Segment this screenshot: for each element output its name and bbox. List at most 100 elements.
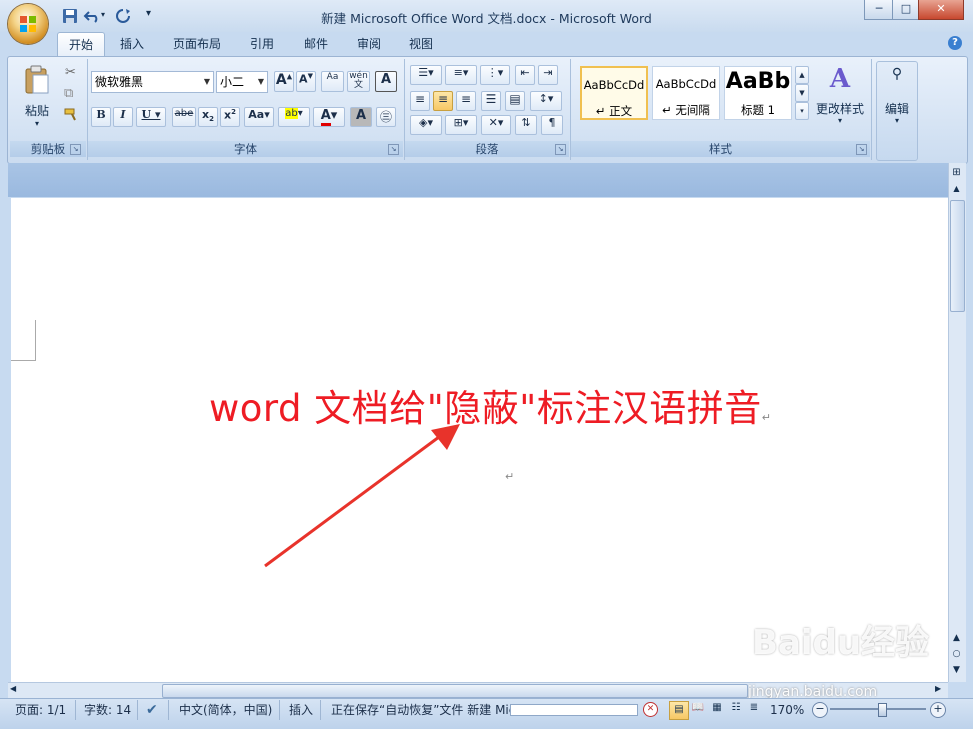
style-normal[interactable]: AaBbCcDd ↵ 正文 [580, 66, 648, 120]
decrease-indent-icon[interactable]: ⇤ [515, 65, 535, 85]
paragraph-mark: ↵ [761, 411, 772, 424]
web-layout-icon[interactable]: ▦ [709, 702, 725, 713]
shrink-font-icon[interactable]: A▼ [296, 71, 316, 92]
clipboard-launcher-icon[interactable]: ↘ [70, 144, 81, 155]
sort-icon[interactable]: ⇅ [515, 115, 537, 135]
paragraph-launcher-icon[interactable]: ↘ [555, 144, 566, 155]
document-page[interactable]: ↵ [11, 198, 948, 682]
underline-icon[interactable]: U ▾ [136, 107, 166, 127]
numbering-icon[interactable]: ≡▾ [445, 65, 477, 85]
tab-view[interactable]: 视图 [399, 32, 443, 56]
chevron-down-icon[interactable]: ▼ [795, 84, 809, 102]
draft-icon[interactable]: ≣ [746, 702, 762, 713]
horizontal-scroll-thumb[interactable] [162, 684, 748, 698]
chevron-up-icon[interactable]: ▲ [795, 66, 809, 84]
tab-home[interactable]: 开始 [57, 32, 105, 58]
undo-dropdown-icon[interactable]: ▾ [101, 10, 105, 19]
show-marks-icon[interactable]: ¶ [541, 115, 563, 135]
styles-launcher-icon[interactable]: ↘ [856, 144, 867, 155]
italic-icon[interactable]: I [113, 107, 133, 127]
highlight-color-icon[interactable]: ab▾ [278, 107, 310, 127]
browse-next-icon[interactable]: ▼ [950, 664, 963, 676]
scroll-left-icon[interactable]: ◀ [10, 684, 22, 693]
status-insert-mode[interactable]: 插入 [289, 701, 313, 719]
font-launcher-icon[interactable]: ↘ [388, 144, 399, 155]
copy-icon[interactable]: ⧉ [64, 86, 73, 101]
save-icon[interactable] [61, 8, 79, 24]
tab-review[interactable]: 审阅 [347, 32, 391, 56]
browse-prev-icon[interactable]: ▲ [950, 632, 963, 644]
tab-insert[interactable]: 插入 [110, 32, 154, 56]
tab-mailings[interactable]: 邮件 [294, 32, 338, 56]
vertical-scroll-thumb[interactable] [950, 200, 965, 312]
align-left-icon[interactable]: ≡ [410, 91, 430, 111]
status-words[interactable]: 字数: 14 [84, 701, 131, 719]
phonetic-guide-icon[interactable]: wén 文 [347, 71, 370, 92]
status-language[interactable]: 中文(简体，中国) [179, 701, 272, 719]
increase-indent-icon[interactable]: ⇥ [538, 65, 558, 85]
justify-icon[interactable]: ☰ [481, 91, 501, 111]
ruler-area [8, 163, 948, 197]
tab-page-layout[interactable]: 页面布局 [164, 32, 230, 56]
change-case-icon[interactable]: Aa▾ [244, 107, 274, 127]
font-color-icon[interactable]: A▾ [313, 107, 345, 127]
outline-icon[interactable]: ☷ [728, 702, 744, 713]
bold-icon[interactable]: B [91, 107, 111, 127]
office-logo-icon [20, 16, 36, 32]
strikethrough-icon[interactable]: abe [172, 107, 196, 127]
font-size-combo[interactable]: 小二 ▼ [216, 71, 268, 93]
undo-icon[interactable] [83, 8, 101, 24]
subscript-icon[interactable]: x2 [198, 107, 218, 127]
cancel-save-icon[interactable]: ✕ [643, 702, 658, 717]
redo-icon[interactable] [114, 8, 132, 24]
style-no-spacing-name: ↵ 无间隔 [662, 103, 710, 117]
help-icon[interactable]: ? [948, 36, 962, 50]
character-border-icon[interactable]: A [375, 71, 397, 92]
bullets-icon[interactable]: ☰▾ [410, 65, 442, 85]
enclosed-character-icon[interactable]: ㊂ [376, 107, 396, 127]
office-button[interactable] [8, 4, 48, 44]
multilevel-list-icon[interactable]: ⋮▾ [480, 65, 510, 85]
change-styles-button[interactable]: A 更改样式 ▾ [813, 62, 867, 128]
superscript-icon[interactable]: x2 [220, 107, 240, 127]
zoom-slider-thumb[interactable] [878, 703, 887, 717]
font-group: 微软雅黑 ▼ 小二 ▼ A▲ A▼ Aa wén 文 A B I U ▾ abe x2… [88, 59, 405, 160]
ruler-toggle-icon[interactable]: ⊞ [950, 167, 963, 181]
chinese-layout-icon[interactable]: ✕▾ [481, 115, 511, 135]
scroll-right-icon[interactable]: ▶ [935, 684, 947, 693]
distributed-icon[interactable]: ▤ [505, 91, 525, 111]
tab-references[interactable]: 引用 [240, 32, 284, 56]
paste-dropdown-icon[interactable]: ▾ [20, 119, 54, 128]
zoom-in-icon[interactable]: + [930, 702, 946, 718]
styles-gallery-scroll[interactable]: ▲ ▼ ▾ [795, 66, 809, 120]
format-painter-icon[interactable] [63, 107, 79, 123]
status-page[interactable]: 页面: 1/1 [15, 701, 66, 719]
minimize-button[interactable]: ─ [864, 0, 894, 20]
grow-font-icon[interactable]: A▲ [274, 71, 294, 92]
scroll-up-icon[interactable]: ▲ [950, 184, 963, 196]
shading-icon[interactable]: ◈▾ [410, 115, 442, 135]
print-layout-icon[interactable]: ▤ [669, 701, 689, 720]
paste-button[interactable]: 粘贴 ▾ [20, 63, 54, 128]
zoom-out-icon[interactable]: − [812, 702, 828, 718]
more-styles-icon[interactable]: ▾ [795, 102, 809, 120]
clear-formatting-icon[interactable]: Aa [321, 71, 344, 92]
character-shading-icon[interactable]: A [350, 107, 372, 127]
font-name-combo[interactable]: 微软雅黑 ▼ [91, 71, 214, 93]
style-heading1[interactable]: AaBb 标题 1 [724, 66, 792, 120]
borders-icon[interactable]: ⊞▾ [445, 115, 477, 135]
align-right-icon[interactable]: ≡ [456, 91, 476, 111]
close-button[interactable]: ✕ [918, 0, 964, 20]
zoom-level[interactable]: 170% [770, 701, 804, 719]
line-spacing-icon[interactable]: ↕▾ [530, 91, 562, 111]
proofing-icon[interactable]: ✔ [146, 701, 158, 719]
full-screen-reading-icon[interactable]: 📖 [690, 702, 706, 713]
browse-object-icon[interactable]: ○ [950, 648, 963, 660]
cut-icon[interactable]: ✂ [65, 65, 76, 80]
maximize-button[interactable]: □ [892, 0, 920, 20]
baidu-watermark: Baidu经验 [752, 623, 930, 663]
style-no-spacing[interactable]: AaBbCcDd ↵ 无间隔 [652, 66, 720, 120]
align-center-icon[interactable]: ≡ [433, 91, 453, 111]
editing-button[interactable]: ⚲ 编辑 ▾ [876, 61, 918, 161]
customize-qat-icon[interactable]: ▾ [146, 8, 151, 19]
